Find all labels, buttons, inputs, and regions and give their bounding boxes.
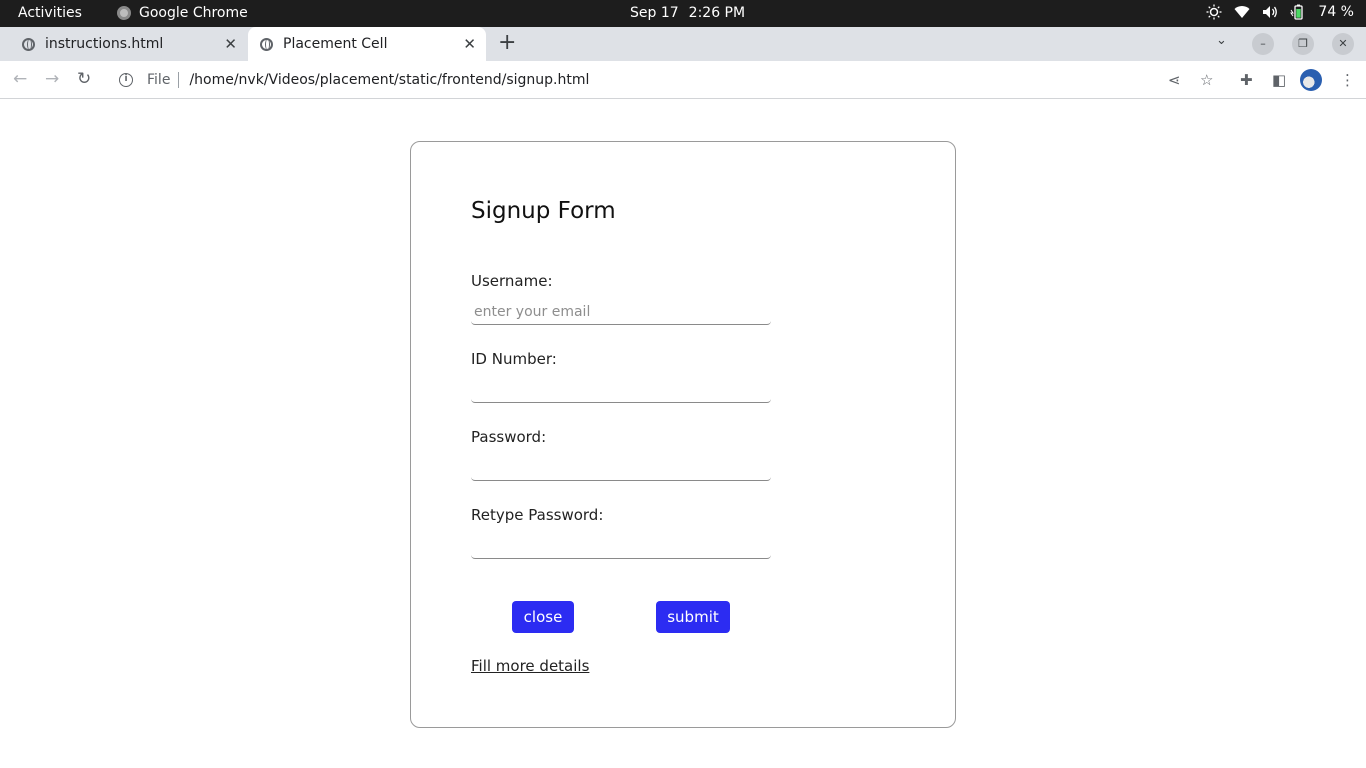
close-button[interactable]: close: [512, 601, 574, 633]
window-close-icon[interactable]: ✕: [1332, 33, 1354, 55]
tab-placement-cell[interactable]: Placement Cell ✕: [248, 27, 486, 61]
clock[interactable]: Sep 17 2:26 PM: [630, 5, 745, 21]
id-number-label: ID Number:: [471, 350, 557, 368]
info-icon[interactable]: i: [119, 73, 133, 87]
brightness-icon: [1206, 4, 1222, 20]
password-label: Password:: [471, 428, 547, 446]
url-text[interactable]: /home/nvk/Videos/placement/static/fronte…: [189, 72, 589, 88]
wifi-icon: [1234, 6, 1250, 18]
id-number-input[interactable]: [471, 377, 771, 403]
tab-title: Placement Cell: [283, 36, 388, 52]
globe-icon: [22, 37, 35, 51]
signup-card: Signup Form Username: ID Number: Passwor…: [410, 141, 956, 728]
app-name: Google Chrome: [139, 5, 248, 21]
username-input[interactable]: [471, 299, 771, 325]
address-bar[interactable]: i File /home/nvk/Videos/placement/static…: [108, 65, 1226, 95]
username-label: Username:: [471, 272, 553, 290]
retype-password-input[interactable]: [471, 533, 771, 559]
menu-kebab-icon[interactable]: ⋮: [1340, 71, 1355, 89]
tab-search-chevron-icon[interactable]: ⌄: [1216, 33, 1227, 48]
side-panel-icon[interactable]: ◧: [1272, 71, 1286, 89]
app-menu[interactable]: Google Chrome: [117, 5, 248, 21]
tab-title: instructions.html: [45, 36, 164, 52]
globe-icon: [260, 37, 273, 51]
fill-more-details-link[interactable]: Fill more details: [471, 657, 589, 675]
tab-strip: instructions.html ✕ Placement Cell ✕ + ⌄…: [0, 27, 1366, 61]
divider: [178, 72, 180, 88]
scheme-label: File: [147, 72, 171, 88]
bookmark-star-icon[interactable]: ☆: [1200, 71, 1213, 89]
back-arrow-icon[interactable]: ←: [13, 69, 27, 89]
close-tab-icon[interactable]: ✕: [224, 35, 237, 53]
browser-toolbar: ← → ↻ i File /home/nvk/Videos/placement/…: [0, 61, 1366, 99]
retype-password-label: Retype Password:: [471, 506, 604, 524]
restore-icon[interactable]: ❐: [1292, 33, 1314, 55]
submit-button[interactable]: submit: [656, 601, 730, 633]
battery-percent: 74 %: [1318, 4, 1354, 20]
minimize-icon[interactable]: –: [1252, 33, 1274, 55]
close-tab-icon[interactable]: ✕: [463, 35, 476, 53]
tab-instructions[interactable]: instructions.html ✕: [0, 27, 247, 61]
profile-avatar[interactable]: [1300, 69, 1322, 91]
reload-icon[interactable]: ↻: [77, 69, 91, 89]
new-tab-icon[interactable]: +: [498, 32, 516, 54]
system-tray[interactable]: 74 %: [1206, 4, 1354, 20]
volume-icon: [1263, 6, 1278, 18]
battery-icon: [1290, 4, 1304, 20]
form-title: Signup Form: [471, 198, 616, 224]
system-top-bar: Activities Google Chrome Sep 17 2:26 PM 7…: [0, 0, 1366, 27]
activities-button[interactable]: Activities: [18, 5, 82, 21]
password-input[interactable]: [471, 455, 771, 481]
forward-arrow-icon[interactable]: →: [45, 69, 59, 89]
extensions-puzzle-icon[interactable]: ✚: [1240, 71, 1253, 89]
chrome-icon: [117, 6, 131, 20]
date-text: Sep 17: [630, 5, 679, 21]
share-icon[interactable]: ⋖: [1168, 71, 1181, 89]
time-text: 2:26 PM: [688, 5, 746, 21]
